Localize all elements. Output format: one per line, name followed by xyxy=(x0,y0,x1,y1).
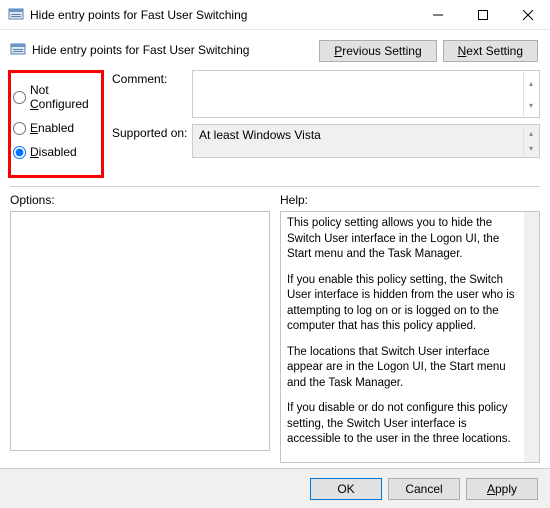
state-radio-group: Not Configured Enabled Disabled xyxy=(8,70,104,178)
window-title: Hide entry points for Fast User Switchin… xyxy=(30,8,415,22)
minimize-button[interactable] xyxy=(415,0,460,29)
comment-label: Comment: xyxy=(112,70,192,118)
app-icon xyxy=(8,7,24,23)
not-configured-label[interactable]: Not Configured xyxy=(30,83,97,111)
help-box: This policy setting allows you to hide t… xyxy=(280,211,540,463)
splitter xyxy=(10,186,540,187)
help-text: This policy setting allows you to hide t… xyxy=(287,216,523,263)
not-configured-radio[interactable] xyxy=(13,91,26,104)
cancel-button[interactable]: Cancel xyxy=(388,478,460,500)
disabled-radio[interactable] xyxy=(13,146,26,159)
help-scrollbar[interactable] xyxy=(524,212,539,462)
previous-setting-button[interactable]: Previous Setting xyxy=(319,40,436,62)
help-text: If you disable or do not configure this … xyxy=(287,401,523,448)
enabled-label[interactable]: Enabled xyxy=(30,121,74,135)
supported-spinner[interactable]: ▴▾ xyxy=(523,126,538,156)
titlebar: Hide entry points for Fast User Switchin… xyxy=(0,0,550,30)
supported-on-label: Supported on: xyxy=(112,124,192,158)
policy-icon xyxy=(10,42,26,58)
footer: OK Cancel Apply xyxy=(0,468,550,508)
help-text: If you enable this policy setting, the S… xyxy=(287,273,523,335)
options-box xyxy=(10,211,270,451)
help-label: Help: xyxy=(280,193,540,207)
apply-button[interactable]: Apply xyxy=(466,478,538,500)
policy-title: Hide entry points for Fast User Switchin… xyxy=(32,43,249,57)
comment-input[interactable]: ▴▾ xyxy=(192,70,540,118)
close-button[interactable] xyxy=(505,0,550,29)
supported-on-value: At least Windows Vista ▴▾ xyxy=(192,124,540,158)
ok-button[interactable]: OK xyxy=(310,478,382,500)
enabled-radio[interactable] xyxy=(13,122,26,135)
comment-spinner[interactable]: ▴▾ xyxy=(523,72,538,116)
maximize-button[interactable] xyxy=(460,0,505,29)
help-text: The locations that Switch User interface… xyxy=(287,345,523,392)
next-setting-button[interactable]: Next Setting xyxy=(443,40,538,62)
options-label: Options: xyxy=(10,193,270,207)
disabled-label[interactable]: Disabled xyxy=(30,145,77,159)
